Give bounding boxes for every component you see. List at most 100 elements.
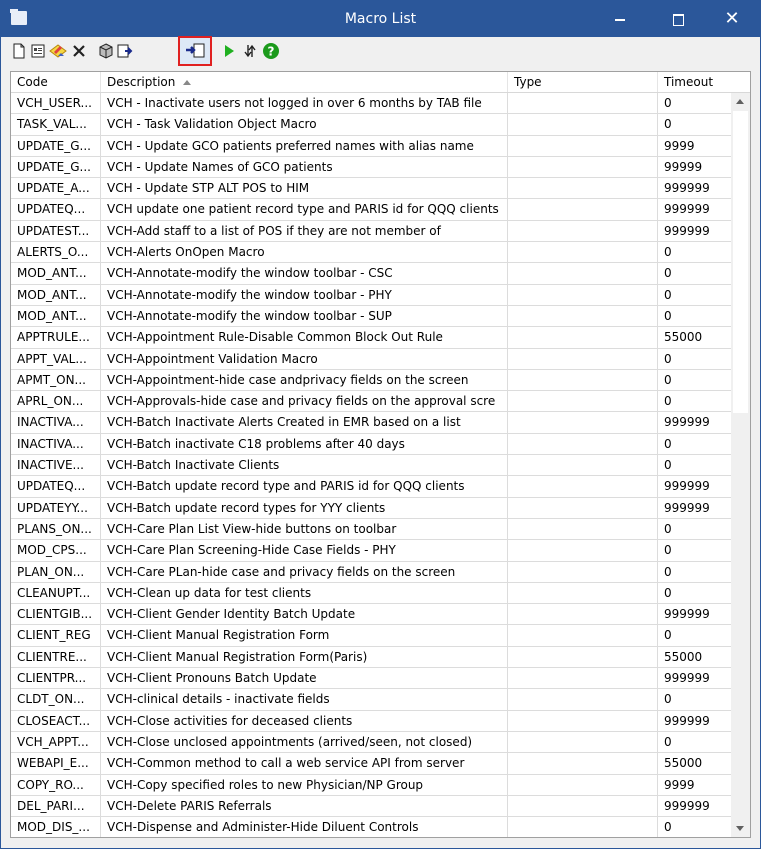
timeout-cell: 55000 [658, 647, 731, 669]
table-row[interactable]: CLOSEACT... VCH-Close activities for dece… [11, 710, 731, 732]
column-header-type[interactable]: Type [508, 72, 658, 92]
close-button[interactable]: ✕ [709, 1, 755, 37]
table-row[interactable]: VCH_USER... VCH - Inactivate users not lo… [11, 93, 731, 115]
column-header-code-label: Code [17, 75, 48, 89]
column-header-code[interactable]: Code [11, 72, 101, 92]
table-row[interactable]: UPDATEST... VCH-Add staff to a list of PO… [11, 220, 731, 243]
table-row[interactable]: VCH_APPT... VCH-Close unclosed appointmen… [11, 731, 731, 754]
export-button[interactable] [116, 41, 136, 61]
timeout-cell: 0 [658, 391, 731, 413]
table-row[interactable]: TASK_VAL... VCH - Task Validation Object … [11, 114, 731, 136]
table-row[interactable]: PLANS_ON... VCH-Care Plan List View-hide … [11, 518, 731, 541]
timeout-cell: 999999 [658, 668, 731, 690]
table-row[interactable]: CLEANUPT... VCH-Clean up data for test cl… [11, 582, 731, 605]
maximize-icon [672, 13, 684, 26]
type-cell [508, 263, 658, 285]
description-cell: VCH-Copy specified roles to new Physicia… [101, 774, 508, 796]
type-cell [508, 497, 658, 519]
table-row[interactable]: CLIENTPR... VCH-Client Pronouns Batch Upd… [11, 668, 731, 690]
code-cell: CLIENTRE... [11, 646, 101, 669]
table-row[interactable]: UPDATE_G... VCH - Update GCO patients pre… [11, 135, 731, 157]
table-row[interactable]: CLIENTRE... VCH-Client Manual Registratio… [11, 646, 731, 669]
title-bar[interactable]: Macro List ✕ [1, 1, 760, 37]
table-row[interactable]: PLAN_ON... VCH-Care PLan-hide case and pr… [11, 561, 731, 583]
table-row[interactable]: CLIENT_REG VCH-Client Manual Registration… [11, 625, 731, 647]
table-row[interactable]: UPDATEQ... VCH update one patient record … [11, 199, 731, 221]
timeout-cell: 0 [658, 285, 731, 306]
description-cell: VCH-Batch update record types for YYY cl… [101, 497, 508, 519]
code-cell: WEBAPI_E... [11, 753, 101, 775]
code-cell: MOD_ANT... [11, 284, 101, 306]
type-cell [508, 582, 658, 605]
table-row[interactable]: MOD_ANT... VCH-Annotate-modify the window… [11, 305, 731, 328]
scroll-down-button[interactable] [731, 820, 750, 837]
table-row[interactable]: INACTIVA... VCH-Batch inactivate C18 prob… [11, 433, 731, 456]
timeout-cell: 0 [658, 434, 731, 456]
table-row[interactable]: APPTRULE... VCH-Appointment Rule-Disable … [11, 327, 731, 349]
table-row[interactable]: MOD_DIS_... VCH-Dispense and Administer-H… [11, 817, 731, 837]
macro-list-grid[interactable]: Code Description Type Timeout VCH_USER..… [10, 71, 751, 838]
timeout-cell: 0 [658, 732, 731, 754]
type-cell [508, 518, 658, 541]
minimize-button[interactable] [597, 1, 643, 37]
code-cell: UPDATE_G... [11, 156, 101, 179]
import-button[interactable] [178, 36, 212, 66]
description-cell: VCH-Clean up data for test clients [101, 582, 508, 605]
new-button[interactable] [9, 41, 29, 61]
scroll-thumb[interactable] [733, 111, 748, 413]
timeout-cell: 999999 [658, 476, 731, 498]
type-cell [508, 391, 658, 413]
edit-button[interactable] [48, 41, 68, 61]
delete-button[interactable] [69, 41, 89, 61]
table-row[interactable]: UPDATEQ... VCH-Batch update record type a… [11, 476, 731, 498]
code-cell: ALERTS_O... [11, 242, 101, 264]
table-row[interactable]: WEBAPI_E... VCH-Common method to call a w… [11, 753, 731, 775]
refresh-button[interactable] [240, 41, 260, 61]
table-row[interactable]: INACTIVA... VCH-Batch Inactivate Alerts C… [11, 412, 731, 434]
properties-button[interactable] [28, 41, 48, 61]
sort-ascending-icon [183, 80, 192, 85]
column-header-timeout[interactable]: Timeout [658, 72, 750, 92]
table-row[interactable]: COPY_RO... VCH-Copy specified roles to ne… [11, 774, 731, 796]
table-row[interactable]: MOD_ANT... VCH-Annotate-modify the window… [11, 263, 731, 285]
type-cell [508, 433, 658, 456]
table-row[interactable]: ALERTS_O... VCH-Alerts OnOpen Macro 0 [11, 242, 731, 264]
table-row[interactable]: CLDT_ON... VCH-clinical details - inactiv… [11, 689, 731, 711]
table-row[interactable]: APMT_ON... VCH-Appointment-hide case andp… [11, 369, 731, 392]
table-row[interactable]: MOD_CPS... VCH-Care Plan Screening-Hide C… [11, 540, 731, 562]
description-cell: VCH-Appointment-hide case andprivacy fie… [101, 369, 508, 392]
timeout-cell: 0 [658, 817, 731, 837]
table-row[interactable]: APPT_VAL... VCH-Appointment Validation Ma… [11, 348, 731, 370]
table-row[interactable]: UPDATEYY... VCH-Batch update record types… [11, 497, 731, 519]
table-row[interactable]: UPDATE_A... VCH - Update STP ALT POS to H… [11, 178, 731, 200]
scroll-up-button[interactable] [731, 93, 750, 110]
window-title: Macro List [344, 11, 417, 27]
timeout-cell: 0 [658, 625, 731, 647]
description-cell: VCH - Update GCO patients preferred name… [101, 135, 508, 157]
table-row[interactable]: UPDATE_G... VCH - Update Names of GCO pat… [11, 156, 731, 179]
grid-rows: VCH_USER... VCH - Inactivate users not lo… [11, 93, 731, 837]
maximize-button[interactable] [655, 1, 701, 37]
type-cell [508, 114, 658, 136]
description-cell: VCH-Client Pronouns Batch Update [101, 668, 508, 690]
table-row[interactable]: INACTIVE... VCH-Batch Inactivate Clients 0 [11, 455, 731, 477]
help-button[interactable]: ? [261, 41, 281, 61]
table-row[interactable]: APRL_ON... VCH-Approvals-hide case and pr… [11, 391, 731, 413]
description-cell: VCH - Update STP ALT POS to HIM [101, 178, 508, 200]
description-cell: VCH-Batch inactivate C18 problems after … [101, 433, 508, 456]
code-cell: TASK_VAL... [11, 114, 101, 136]
type-cell [508, 284, 658, 306]
table-row[interactable]: MOD_ANT... VCH-Annotate-modify the window… [11, 284, 731, 306]
description-cell: VCH - Update Names of GCO patients [101, 156, 508, 179]
help-icon: ? [263, 43, 279, 59]
package-button[interactable] [96, 41, 116, 61]
table-row[interactable]: CLIENTGIB... VCH-Client Gender Identity B… [11, 604, 731, 626]
vertical-scrollbar[interactable] [731, 93, 750, 837]
type-cell [508, 156, 658, 179]
run-button[interactable] [219, 41, 239, 61]
table-row[interactable]: DEL_PARI... VCH-Delete PARIS Referrals 999… [11, 795, 731, 818]
code-cell: DEL_PARI... [11, 795, 101, 818]
column-header-description[interactable]: Description [101, 72, 508, 92]
import-icon [186, 43, 205, 58]
description-cell: VCH-Client Manual Registration Form [101, 625, 508, 647]
